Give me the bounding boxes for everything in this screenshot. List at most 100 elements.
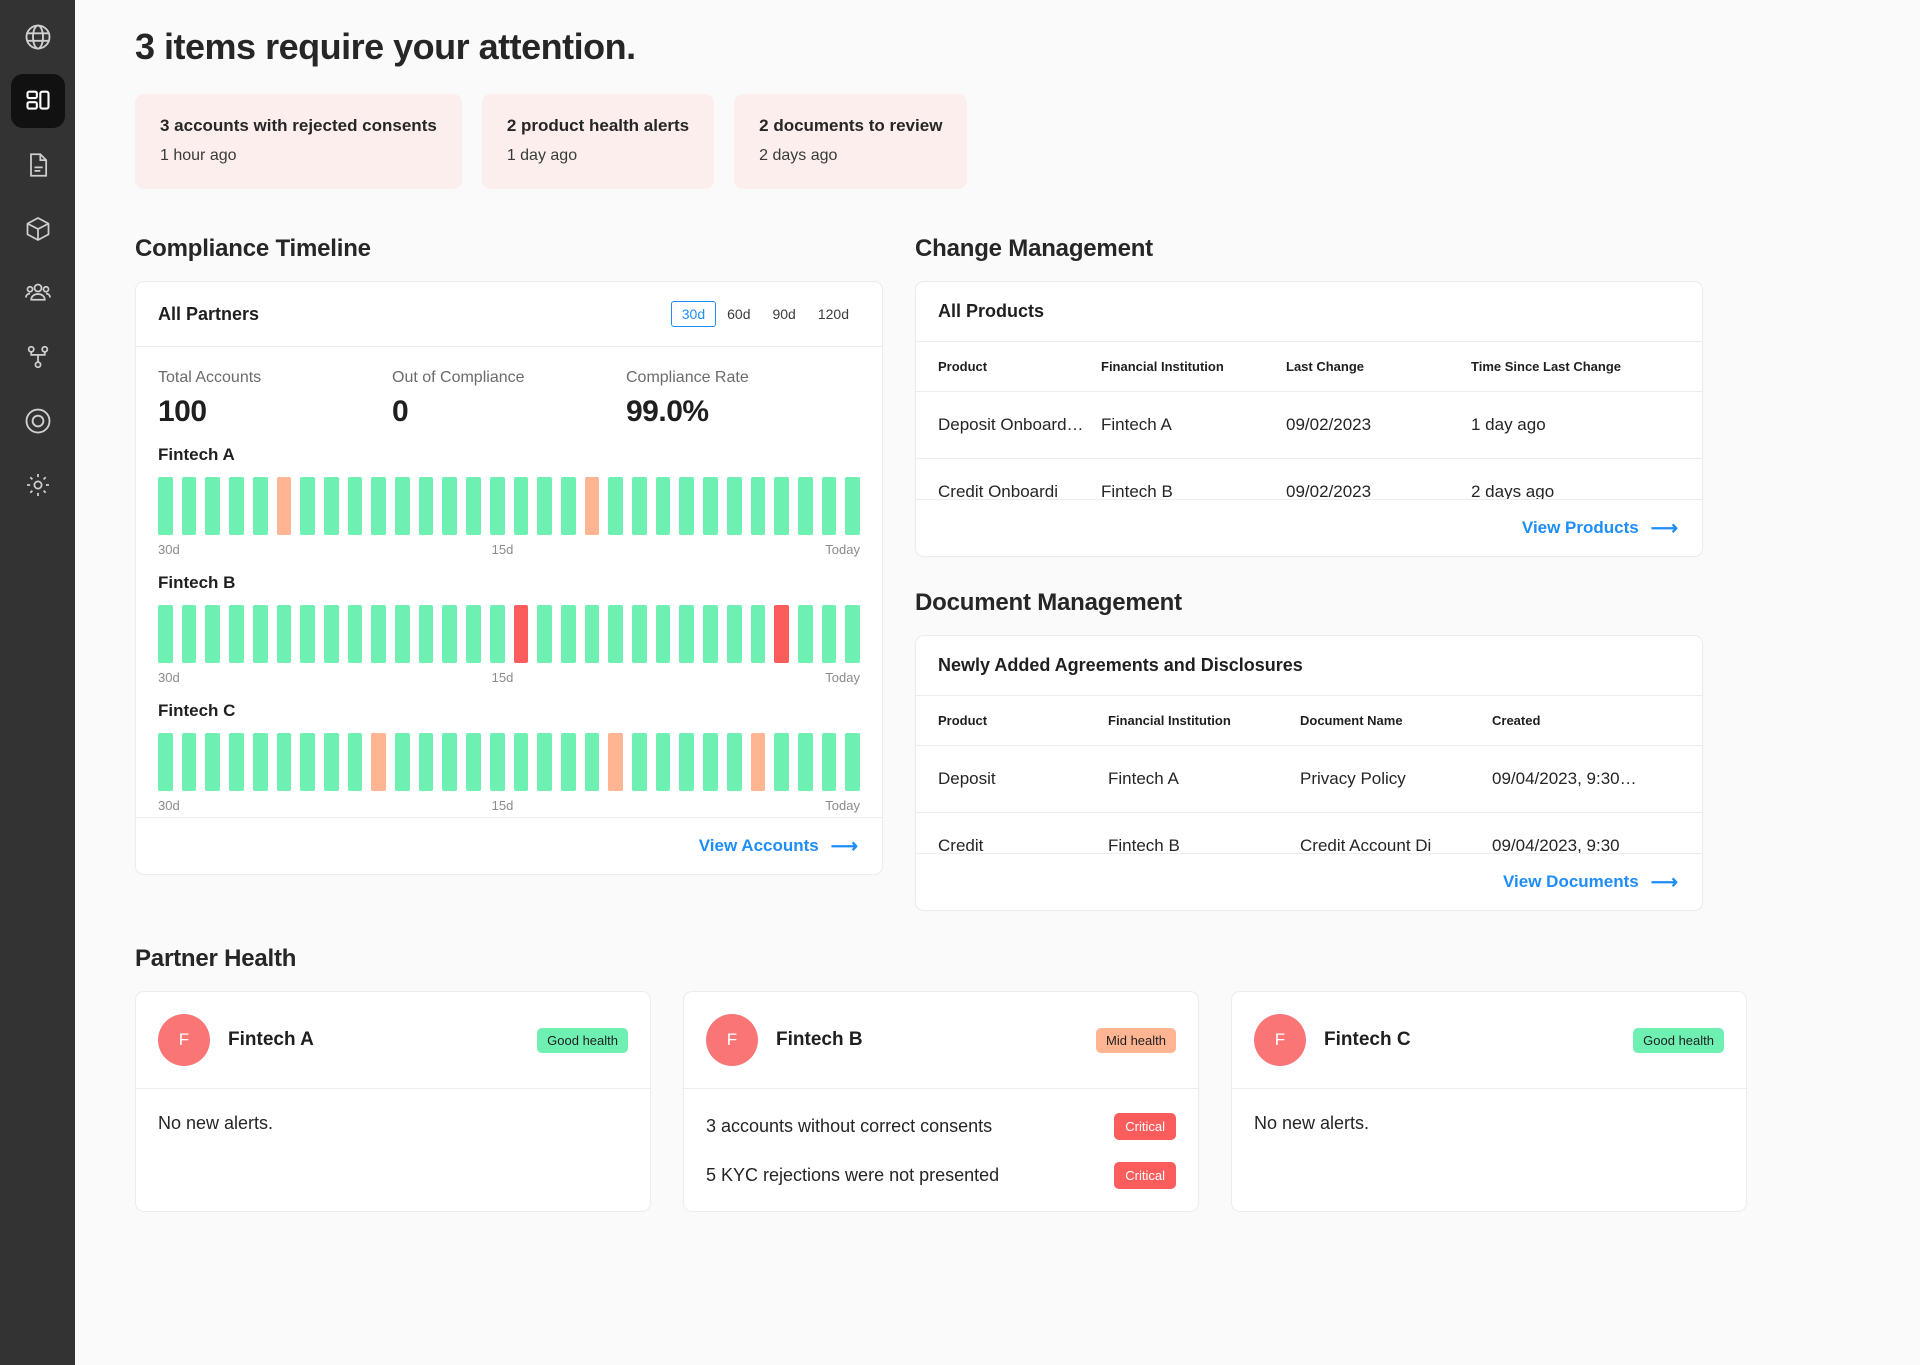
timeline-bar[interactable] xyxy=(490,605,505,663)
timeline-bar[interactable] xyxy=(845,733,860,791)
attention-alert-card[interactable]: 3 accounts with rejected consents1 hour … xyxy=(135,94,462,189)
timeline-bar[interactable] xyxy=(490,733,505,791)
timeline-bar[interactable] xyxy=(300,605,315,663)
timeline-bar[interactable] xyxy=(585,733,600,791)
timeline-bar[interactable] xyxy=(656,477,671,535)
partner-alert-row[interactable]: 5 KYC rejections were not presentedCriti… xyxy=(706,1162,1176,1189)
range-option-60d[interactable]: 60d xyxy=(716,301,761,327)
timeline-bar[interactable] xyxy=(229,605,244,663)
timeline-bar[interactable] xyxy=(442,605,457,663)
table-row[interactable]: Credit OnboardiFintech B09/02/20232 days… xyxy=(916,459,1702,500)
timeline-bar[interactable] xyxy=(466,605,481,663)
timeline-bar[interactable] xyxy=(514,605,529,663)
timeline-bar[interactable] xyxy=(395,733,410,791)
timeline-bar[interactable] xyxy=(537,733,552,791)
timeline-bar[interactable] xyxy=(324,733,339,791)
timeline-bar[interactable] xyxy=(751,605,766,663)
timeline-bar[interactable] xyxy=(442,477,457,535)
timeline-bar[interactable] xyxy=(371,477,386,535)
timeline-bar[interactable] xyxy=(205,605,220,663)
timeline-bar[interactable] xyxy=(158,477,173,535)
timeline-bar[interactable] xyxy=(822,605,837,663)
table-row[interactable]: Deposit Onboard…Fintech A09/02/20231 day… xyxy=(916,392,1702,459)
table-row[interactable]: DepositFintech APrivacy Policy09/04/2023… xyxy=(916,746,1702,813)
timeline-bar[interactable] xyxy=(679,733,694,791)
timeline-bar[interactable] xyxy=(703,477,718,535)
view-documents-link[interactable]: View Documents ⟶ xyxy=(1503,872,1678,892)
timeline-bar[interactable] xyxy=(798,733,813,791)
partner-alert-row[interactable]: 3 accounts without correct consentsCriti… xyxy=(706,1113,1176,1140)
timeline-bar[interactable] xyxy=(466,733,481,791)
timeline-bar[interactable] xyxy=(822,733,837,791)
timeline-bar[interactable] xyxy=(371,605,386,663)
timeline-bar[interactable] xyxy=(514,733,529,791)
timeline-bar[interactable] xyxy=(466,477,481,535)
timeline-bar[interactable] xyxy=(158,605,173,663)
timeline-bar[interactable] xyxy=(751,477,766,535)
timeline-bar[interactable] xyxy=(656,733,671,791)
timeline-bar[interactable] xyxy=(348,733,363,791)
range-option-90d[interactable]: 90d xyxy=(761,301,806,327)
sidebar-item-globe[interactable] xyxy=(11,10,65,64)
timeline-bar[interactable] xyxy=(632,605,647,663)
timeline-bar[interactable] xyxy=(300,733,315,791)
timeline-bar[interactable] xyxy=(561,605,576,663)
sidebar-item-target[interactable] xyxy=(11,394,65,448)
timeline-bar[interactable] xyxy=(632,733,647,791)
sidebar-item-products[interactable] xyxy=(11,202,65,256)
timeline-bar[interactable] xyxy=(182,733,197,791)
timeline-bar[interactable] xyxy=(608,605,623,663)
timeline-bar[interactable] xyxy=(798,605,813,663)
timeline-bar[interactable] xyxy=(727,733,742,791)
timeline-bar[interactable] xyxy=(205,733,220,791)
sidebar-item-hierarchy[interactable] xyxy=(11,330,65,384)
timeline-bar[interactable] xyxy=(561,733,576,791)
timeline-bar[interactable] xyxy=(774,733,789,791)
timeline-bar[interactable] xyxy=(419,733,434,791)
timeline-bar[interactable] xyxy=(253,477,268,535)
timeline-bar[interactable] xyxy=(845,605,860,663)
timeline-bar[interactable] xyxy=(703,605,718,663)
timeline-bar[interactable] xyxy=(822,477,837,535)
range-option-120d[interactable]: 120d xyxy=(807,301,860,327)
timeline-bar[interactable] xyxy=(182,477,197,535)
timeline-bar[interactable] xyxy=(348,477,363,535)
timeline-bar[interactable] xyxy=(205,477,220,535)
timeline-bar[interactable] xyxy=(727,605,742,663)
timeline-bar[interactable] xyxy=(419,477,434,535)
view-accounts-link[interactable]: View Accounts ⟶ xyxy=(699,836,858,856)
timeline-bar[interactable] xyxy=(561,477,576,535)
timeline-bar[interactable] xyxy=(798,477,813,535)
timeline-bar[interactable] xyxy=(679,477,694,535)
timeline-bar[interactable] xyxy=(253,733,268,791)
timeline-bar[interactable] xyxy=(845,477,860,535)
attention-alert-card[interactable]: 2 product health alerts1 day ago xyxy=(482,94,714,189)
timeline-bar[interactable] xyxy=(608,477,623,535)
timeline-bar[interactable] xyxy=(537,605,552,663)
timeline-bar[interactable] xyxy=(774,605,789,663)
view-products-link[interactable]: View Products ⟶ xyxy=(1522,518,1678,538)
timeline-bar[interactable] xyxy=(632,477,647,535)
timeline-bar[interactable] xyxy=(442,733,457,791)
timeline-bar[interactable] xyxy=(585,605,600,663)
timeline-bar[interactable] xyxy=(348,605,363,663)
timeline-bar[interactable] xyxy=(229,733,244,791)
sidebar-item-dashboard[interactable] xyxy=(11,74,65,128)
timeline-bar[interactable] xyxy=(774,477,789,535)
timeline-bar[interactable] xyxy=(324,477,339,535)
timeline-bar[interactable] xyxy=(395,477,410,535)
timeline-bar[interactable] xyxy=(537,477,552,535)
timeline-bar[interactable] xyxy=(253,605,268,663)
timeline-bar[interactable] xyxy=(703,733,718,791)
timeline-bar[interactable] xyxy=(419,605,434,663)
timeline-bar[interactable] xyxy=(514,477,529,535)
timeline-bar[interactable] xyxy=(300,477,315,535)
timeline-bar[interactable] xyxy=(182,605,197,663)
timeline-bar[interactable] xyxy=(490,477,505,535)
timeline-bar[interactable] xyxy=(277,605,292,663)
sidebar-item-partners[interactable] xyxy=(11,266,65,320)
range-toggle-group[interactable]: 30d60d90d120d xyxy=(671,301,860,327)
timeline-bar[interactable] xyxy=(585,477,600,535)
timeline-bar[interactable] xyxy=(324,605,339,663)
sidebar-item-settings[interactable] xyxy=(11,458,65,512)
